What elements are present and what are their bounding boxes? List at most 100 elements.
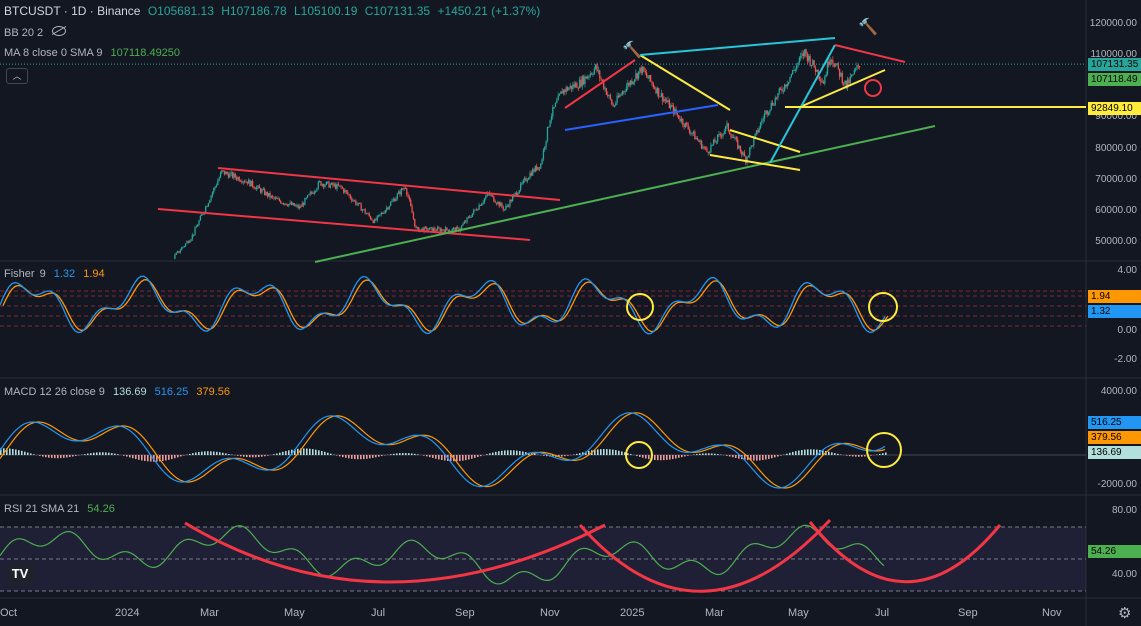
candle-body bbox=[703, 146, 705, 148]
candle-body bbox=[734, 137, 736, 139]
candle-body bbox=[408, 196, 411, 200]
candle-body bbox=[479, 204, 482, 206]
macd-histogram-bar bbox=[147, 455, 149, 462]
candle-body bbox=[457, 227, 459, 229]
candle-body bbox=[199, 215, 202, 221]
candle-body bbox=[632, 81, 634, 84]
fisher-legend[interactable]: Fisher 9 1.32 1.94 bbox=[4, 268, 110, 280]
symbol-name[interactable]: BTCUSDT · 1D · Binance bbox=[4, 4, 140, 18]
macd-histogram-bar bbox=[423, 455, 425, 456]
tradingview-logo[interactable]: TV bbox=[5, 563, 35, 585]
candle-body bbox=[241, 181, 243, 183]
chart-canvas[interactable]: 🔨🔨 bbox=[0, 0, 1141, 626]
candle-body bbox=[821, 81, 823, 83]
candle-body bbox=[254, 188, 256, 190]
candle-body bbox=[414, 218, 416, 227]
candle-body bbox=[660, 93, 663, 97]
candle-body bbox=[662, 93, 664, 102]
candle-body bbox=[758, 128, 760, 133]
candle-body bbox=[402, 188, 404, 190]
candle-body bbox=[356, 204, 358, 206]
macd-histogram-bar bbox=[12, 448, 14, 455]
macd-histogram-bar bbox=[132, 455, 134, 459]
candle-body bbox=[442, 229, 444, 231]
candle-body bbox=[306, 195, 309, 198]
candle-body bbox=[218, 177, 220, 181]
candle-body bbox=[310, 192, 313, 194]
macd-histogram-bar bbox=[165, 455, 167, 461]
macd-histogram-bar bbox=[807, 449, 809, 455]
time-tick: Mar bbox=[200, 607, 219, 619]
macd-histogram-bar bbox=[885, 452, 887, 455]
candle-body bbox=[757, 130, 759, 133]
candle-body bbox=[528, 177, 530, 180]
candle-body bbox=[226, 171, 228, 174]
macd-histogram-bar bbox=[801, 449, 803, 455]
macd-histogram-bar bbox=[732, 455, 734, 458]
candle-body bbox=[309, 192, 311, 195]
macd-histogram-bar bbox=[849, 455, 851, 457]
candle-body bbox=[808, 55, 810, 61]
rsi-tick: 40.00 bbox=[1111, 569, 1137, 580]
time-tick: Sep bbox=[455, 607, 475, 619]
macd-histogram-bar bbox=[213, 451, 215, 455]
macd-histogram-bar bbox=[648, 455, 650, 460]
candle-body bbox=[848, 79, 850, 84]
candle-body bbox=[438, 227, 440, 229]
macd-histogram-bar bbox=[216, 451, 218, 455]
macd-histogram-bar bbox=[198, 452, 200, 455]
macd-legend[interactable]: MACD 12 26 close 9 136.69 516.25 379.56 bbox=[4, 386, 235, 398]
rsi-tick: 80.00 bbox=[1111, 505, 1137, 516]
candle-body bbox=[507, 205, 510, 207]
candle-body bbox=[278, 198, 281, 201]
fisher-tick: 4.00 bbox=[1117, 265, 1137, 276]
candle-body bbox=[477, 209, 479, 211]
candle-body bbox=[612, 104, 614, 107]
candle-body bbox=[549, 120, 551, 127]
macd-histogram-bar bbox=[468, 455, 470, 460]
candle-body bbox=[715, 141, 717, 143]
candle-body bbox=[578, 79, 581, 89]
candle-body bbox=[589, 73, 591, 77]
candle-body bbox=[467, 216, 470, 218]
macd-histogram-bar bbox=[393, 453, 395, 455]
candle-body bbox=[573, 84, 575, 87]
candle-body bbox=[830, 59, 833, 61]
candle-body bbox=[536, 165, 538, 171]
macd-histogram-bar bbox=[237, 455, 239, 456]
candle-body bbox=[368, 213, 370, 217]
candle-body bbox=[286, 204, 289, 206]
candle-body bbox=[800, 55, 802, 58]
macd-histogram-bar bbox=[63, 455, 65, 458]
candle-body bbox=[247, 179, 250, 184]
candle-body bbox=[209, 200, 211, 204]
candle-body bbox=[222, 170, 224, 172]
bb-legend[interactable]: BB 20 2 bbox=[4, 27, 48, 39]
candle-body bbox=[663, 99, 665, 102]
candle-body bbox=[511, 196, 514, 202]
candle-body bbox=[786, 83, 788, 87]
candle-body bbox=[273, 197, 275, 199]
candle-body bbox=[648, 75, 650, 79]
candle-body bbox=[367, 213, 369, 215]
candle-body bbox=[832, 60, 834, 64]
candle-body bbox=[251, 180, 254, 187]
candle-body bbox=[270, 195, 273, 198]
collapse-icon[interactable]: ︿ bbox=[6, 68, 28, 84]
time-tick: May bbox=[284, 607, 305, 619]
ma-legend[interactable]: MA 8 close 0 SMA 9 107118.49250 bbox=[4, 47, 185, 59]
candle-body bbox=[802, 53, 805, 57]
candle-body bbox=[360, 203, 362, 211]
gear-icon[interactable]: ⚙ bbox=[1118, 604, 1131, 622]
candle-body bbox=[485, 196, 487, 199]
candle-body bbox=[407, 194, 409, 197]
macd-histogram-bar bbox=[321, 451, 323, 455]
candle-body bbox=[225, 171, 227, 175]
candle-body bbox=[301, 203, 303, 207]
candle-body bbox=[726, 123, 728, 127]
eye-off-icon[interactable] bbox=[52, 26, 66, 36]
candle-body bbox=[365, 213, 368, 215]
macd-histogram-bar bbox=[363, 455, 365, 460]
candle-body bbox=[264, 189, 266, 195]
rsi-legend[interactable]: RSI 21 SMA 21 54.26 bbox=[4, 503, 120, 515]
